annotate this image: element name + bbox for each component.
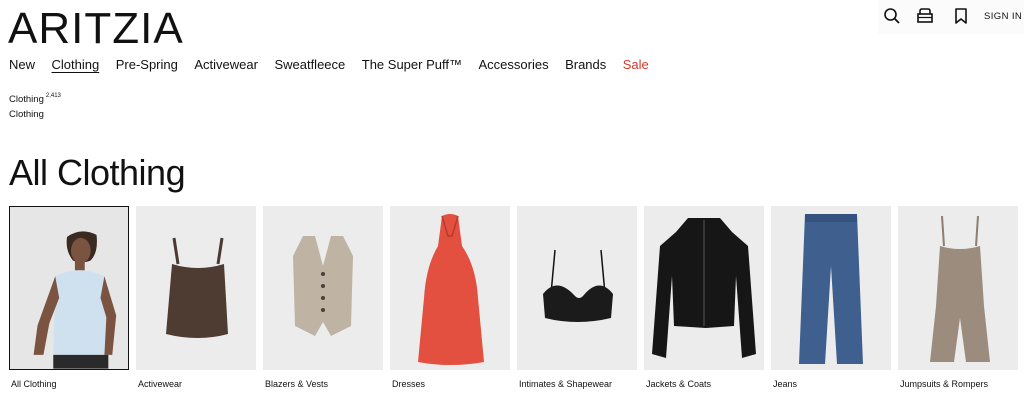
category-label: Intimates & Shapewear (519, 379, 613, 389)
black-leather-jacket-image (644, 206, 764, 370)
category-tile-all-clothing[interactable]: All Clothing (9, 206, 129, 389)
breadcrumb-category[interactable]: Clothing (9, 94, 44, 105)
nav-item-activewear[interactable]: Activewear (194, 57, 258, 73)
brown-tank-image (136, 206, 256, 370)
category-tile-intimates-and-shapewear[interactable]: Intimates & Shapewear (517, 206, 637, 389)
breadcrumb: Clothing 2,413 Clothing (9, 93, 61, 124)
nav-item-accessories[interactable]: Accessories (478, 57, 548, 73)
nav-item-pre-spring[interactable]: Pre-Spring (116, 57, 178, 73)
category-tile-jackets-and-coats[interactable]: Jackets & Coats (644, 206, 764, 389)
category-tile-jumpsuits-and-rompers[interactable]: Jumpsuits & Rompers (898, 206, 1018, 389)
nav-item-brands[interactable]: Brands (565, 57, 606, 73)
category-label: Dresses (392, 379, 426, 389)
category-label: Jeans (773, 379, 798, 389)
main-nav: New Clothing Pre-Spring Activewear Sweatflee… (9, 57, 665, 73)
category-label: Activewear (138, 379, 183, 389)
category-tile-dresses[interactable]: Dresses (390, 206, 510, 389)
category-label: Jumpsuits & Rompers (900, 379, 989, 389)
breadcrumb-current: Clothing (9, 109, 44, 120)
nav-item-new[interactable]: New (9, 57, 35, 73)
utility-bar: SIGN IN (878, 0, 1024, 34)
sign-in-link[interactable]: SIGN IN (984, 11, 1022, 22)
category-label: All Clothing (11, 379, 57, 389)
category-tile-blazers-and-vests[interactable]: Blazers & Vests (263, 206, 383, 389)
category-tile-jeans[interactable]: Jeans (771, 206, 891, 389)
category-tiles: All Clothing Activewear Blazers & Vests … (9, 206, 1024, 389)
nav-item-clothing[interactable]: Clothing (52, 57, 100, 73)
aritzia-logo[interactable]: ARITZIA (8, 7, 184, 51)
page-title: All Clothing (9, 152, 186, 193)
blue-jeans-image (771, 206, 891, 370)
taupe-romper-image (898, 206, 1018, 370)
search-icon[interactable] (882, 6, 902, 26)
nav-item-the-super-puff[interactable]: The Super Puff™ (362, 57, 462, 73)
model-white-top-image (9, 206, 129, 370)
category-label: Jackets & Coats (646, 379, 712, 389)
black-lace-bralette-image (517, 206, 637, 370)
bag-icon[interactable] (915, 6, 935, 26)
red-halter-dress-image (390, 206, 510, 370)
bookmark-icon[interactable] (951, 6, 971, 26)
category-label: Blazers & Vests (265, 379, 329, 389)
nav-item-sale[interactable]: Sale (623, 57, 649, 73)
result-count: 2,413 (45, 93, 61, 99)
beige-vest-image (263, 206, 383, 370)
nav-item-sweatfleece[interactable]: Sweatfleece (274, 57, 345, 73)
category-tile-activewear[interactable]: Activewear (136, 206, 256, 389)
